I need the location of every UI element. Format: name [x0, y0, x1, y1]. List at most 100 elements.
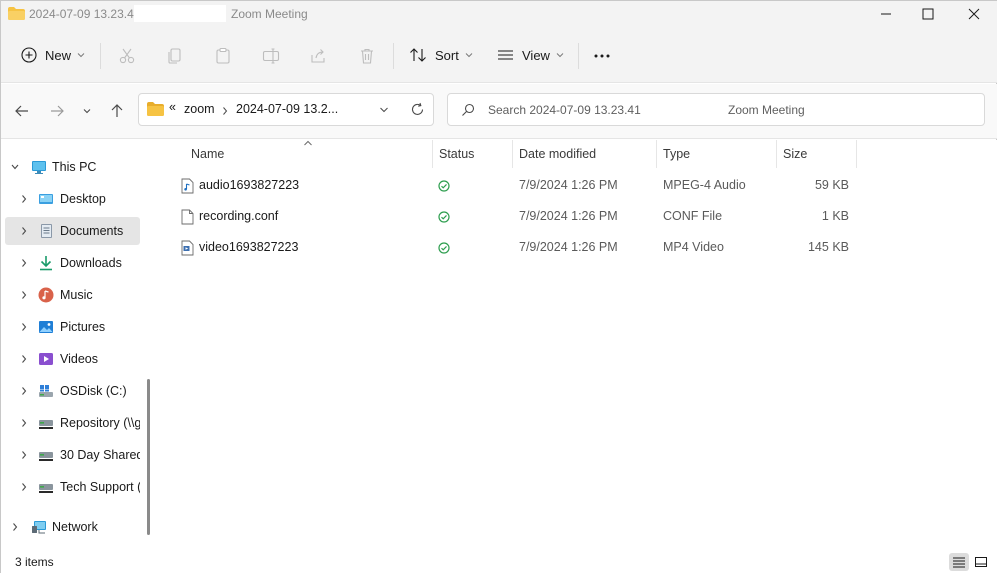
maximize-button[interactable]: [905, 1, 951, 27]
details-view-button[interactable]: [949, 553, 969, 571]
file-list: Name Status Date modified Type Size audi…: [158, 140, 997, 550]
chevron-right-icon[interactable]: [20, 450, 28, 460]
nav-item-tech-support[interactable]: Tech Support (\: [1, 473, 140, 501]
minimize-button[interactable]: [863, 1, 909, 27]
file-name[interactable]: recording.conf: [199, 209, 278, 223]
nav-item-30-day-shared[interactable]: 30 Day Shared (: [1, 441, 140, 469]
file-date-modified: 7/9/2024 1:26 PM: [519, 209, 618, 223]
column-header-status[interactable]: Status: [433, 140, 513, 168]
close-icon: [968, 8, 980, 20]
file-size: 1 KB: [821, 209, 849, 223]
chevron-right-icon[interactable]: [20, 194, 28, 204]
videos-icon: [39, 353, 53, 365]
nav-item-repository[interactable]: Repository (\\g: [1, 409, 140, 437]
breadcrumb-zoom[interactable]: zoom: [184, 102, 215, 116]
file-icon: [181, 209, 194, 225]
drive-icon: [39, 385, 53, 397]
title-bar: 2024-07-09 13.23.41 Zoom Meeting: [1, 1, 997, 27]
address-bar[interactable]: « zoom 2024-07-09 13.2...: [138, 93, 434, 126]
tiles-view-icon: [975, 557, 987, 567]
nav-item-music[interactable]: Music: [1, 281, 140, 309]
nav-item-desktop[interactable]: Desktop: [1, 185, 140, 213]
file-name[interactable]: video1693827223: [199, 240, 298, 254]
column-header-type[interactable]: Type: [657, 140, 777, 168]
file-name[interactable]: audio1693827223: [199, 178, 299, 192]
music-icon: [38, 287, 54, 303]
nav-item-label: Documents: [60, 224, 124, 238]
documents-icon: [41, 224, 52, 238]
nav-item-label: Repository (\\g: [60, 416, 140, 430]
close-button[interactable]: [951, 1, 997, 27]
nav-item-this-pc[interactable]: This PC: [1, 153, 140, 181]
new-button[interactable]: New: [21, 39, 85, 71]
new-label: New: [45, 47, 72, 63]
column-header-date-modified[interactable]: Date modified: [513, 140, 657, 168]
chevron-down-icon[interactable]: [379, 106, 389, 114]
chevron-right-icon[interactable]: [11, 522, 19, 532]
item-count: 3 items: [15, 555, 54, 569]
pc-icon: [32, 161, 46, 174]
folder-icon: [147, 102, 164, 116]
refresh-icon[interactable]: [410, 102, 425, 117]
cut-icon[interactable]: [118, 47, 136, 65]
column-header-size[interactable]: Size: [777, 140, 857, 168]
column-header-name[interactable]: Name: [185, 140, 433, 168]
navigation-pane: This PC Desktop Documents Downloads Musi…: [1, 140, 151, 550]
synced-status-icon: [438, 242, 450, 254]
details-view-icon: [953, 557, 965, 568]
chevron-right-icon[interactable]: [20, 418, 28, 428]
breadcrumb-current[interactable]: 2024-07-09 13.2...: [236, 102, 338, 116]
back-arrow-icon[interactable]: [12, 101, 32, 121]
chevron-down-icon: [556, 53, 564, 58]
chevron-right-icon[interactable]: [20, 354, 28, 364]
rename-icon[interactable]: [262, 47, 280, 65]
nav-item-label: Music: [60, 288, 93, 302]
view-button[interactable]: View: [497, 39, 564, 71]
nav-item-label: Tech Support (\: [60, 480, 140, 494]
nav-item-network[interactable]: Network: [1, 513, 140, 541]
file-row[interactable]: recording.conf 7/9/2024 1:26 PM CONF Fil…: [174, 201, 854, 232]
copy-icon[interactable]: [166, 47, 184, 65]
tiles-view-button[interactable]: [971, 553, 991, 571]
file-row[interactable]: video1693827223 7/9/2024 1:26 PM MP4 Vid…: [174, 232, 854, 263]
recent-locations-chevron-icon[interactable]: [79, 101, 95, 121]
file-row[interactable]: audio1693827223 7/9/2024 1:26 PM MPEG-4 …: [174, 170, 854, 201]
folder-icon: [8, 7, 25, 20]
paste-icon[interactable]: [214, 47, 232, 65]
address-overflow[interactable]: «: [169, 100, 176, 114]
audio-file-icon: [181, 178, 194, 194]
search-input[interactable]: Search 2024-07-09 13.23.41 Zoom Meeting: [447, 93, 985, 126]
redacted-region: [134, 5, 226, 22]
chevron-right-icon[interactable]: [221, 106, 229, 116]
column-header-label: Name: [191, 147, 225, 161]
column-header-label: Type: [663, 147, 691, 161]
nav-item-label: OSDisk (C:): [60, 384, 127, 398]
chevron-right-icon[interactable]: [20, 258, 28, 268]
nav-item-documents[interactable]: Documents: [5, 217, 140, 245]
delete-icon[interactable]: [358, 47, 376, 65]
chevron-right-icon[interactable]: [20, 226, 28, 236]
nav-item-pictures[interactable]: Pictures: [1, 313, 140, 341]
sort-button[interactable]: Sort: [409, 39, 473, 71]
share-icon[interactable]: [310, 47, 328, 65]
file-explorer-window: 2024-07-09 13.23.41 Zoom Meeting New Sor: [0, 0, 997, 573]
plus-circle-icon: [21, 47, 37, 63]
chevron-right-icon[interactable]: [20, 322, 28, 332]
up-arrow-icon[interactable]: [107, 101, 127, 121]
nav-item-downloads[interactable]: Downloads: [1, 249, 140, 277]
more-icon[interactable]: [593, 52, 611, 60]
nav-pane-scrollbar[interactable]: [147, 379, 150, 535]
command-bar: New Sort View: [1, 27, 997, 83]
chevron-right-icon[interactable]: [20, 290, 28, 300]
chevron-right-icon[interactable]: [20, 386, 28, 396]
nav-item-label: Network: [52, 520, 98, 534]
window-title-suffix: Zoom Meeting: [231, 7, 308, 21]
status-bar: 3 items: [1, 550, 997, 573]
chevron-down-icon: [465, 53, 473, 58]
chevron-right-icon[interactable]: [20, 482, 28, 492]
synced-status-icon: [438, 180, 450, 192]
nav-item-videos[interactable]: Videos: [1, 345, 140, 373]
chevron-down-icon[interactable]: [11, 162, 19, 172]
forward-arrow-icon[interactable]: [47, 101, 67, 121]
nav-item-osdisk[interactable]: OSDisk (C:): [1, 377, 140, 405]
